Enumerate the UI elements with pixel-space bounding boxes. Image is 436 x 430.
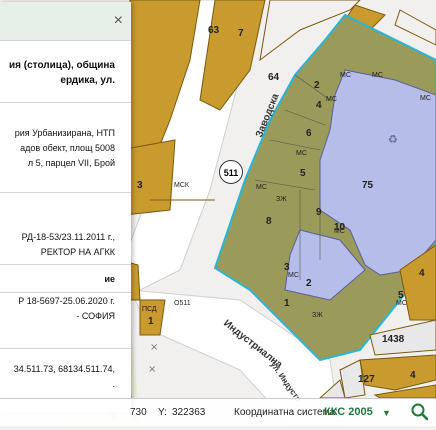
svg-text:×: × <box>150 342 158 353</box>
chevron-down-icon[interactable]: ▼ <box>382 408 391 418</box>
description-line: рия Урбанизирана, НТП <box>14 128 115 138</box>
parcel-number: 63 <box>208 25 220 36</box>
city-line: - СОФИЯ <box>76 311 115 321</box>
panel-header: × <box>0 2 131 41</box>
search-icon[interactable] <box>410 402 430 422</box>
building-tag: МС <box>256 184 267 191</box>
info-panel: × ия (столица), община ердика, ул. рия У… <box>0 2 131 412</box>
divider <box>0 292 131 293</box>
parcel-number: 1 <box>284 298 290 309</box>
order2-line: Р 18-5697-25.06.2020 г. <box>18 296 115 306</box>
x-coordinate-value: 730 <box>130 407 147 418</box>
y-coordinate-value: 322363 <box>172 407 206 418</box>
divider <box>0 102 131 103</box>
parcel-number: 3 <box>137 180 143 191</box>
coord-system-value[interactable]: ККС 2005 <box>324 406 373 418</box>
parcel-number: 6 <box>306 128 312 139</box>
panel-title: ия (столица), община ердика, ул. <box>0 58 131 88</box>
panel-section-header: ие <box>0 272 131 287</box>
y-coordinate-label: Y: <box>158 407 167 418</box>
building-tag: МС <box>288 272 299 279</box>
parcel-number: 75 <box>362 180 374 191</box>
building-tag: ЗЖ <box>312 312 323 319</box>
parcel-number: 7 <box>238 28 244 39</box>
coords-line: . <box>112 379 115 389</box>
building-tag: МС <box>340 72 351 79</box>
building-tag: МСК <box>174 182 189 189</box>
parcel-number: 9 <box>316 207 322 218</box>
parcel-number: 1 <box>148 316 154 327</box>
identifier-badge-text: 511 <box>223 168 239 178</box>
svg-text:×: × <box>148 364 156 375</box>
building-tag: МС <box>326 96 337 103</box>
coord-system-label: Координатна система: <box>234 407 338 418</box>
building-tag: МС <box>372 72 383 79</box>
building-tag: МС <box>296 150 307 157</box>
parcel-number: 1438 <box>382 334 405 345</box>
coords-line: 34.511.73, 68134.511.74, <box>13 364 115 374</box>
parcel-number: 5 <box>300 168 306 179</box>
building-tag: О511 <box>174 300 191 307</box>
divider <box>0 264 131 265</box>
building-tag: МС <box>334 228 345 235</box>
svg-text:♻: ♻ <box>388 133 398 146</box>
order-line: РД-18-53/23.11.2011 г., <box>21 232 115 242</box>
building-tag: МС <box>396 300 407 307</box>
panel-order: РД-18-53/23.11.2011 г., РЕКТОР НА АГКК <box>0 230 131 260</box>
description-line: адов обект, площ 5008 <box>20 143 115 153</box>
status-bar: 730 Y: 322363 Координатна система: ККС 2… <box>0 398 436 426</box>
panel-order2: Р 18-5697-25.06.2020 г. - СОФИЯ <box>0 294 131 324</box>
building-tag: ПСД <box>142 306 157 313</box>
director-line: РЕКТОР НА АГКК <box>40 247 115 257</box>
parcel-number: 64 <box>268 72 280 83</box>
building-tag: ЗЖ <box>276 196 287 203</box>
panel-coords: 34.511.73, 68134.511.74, . <box>0 362 131 392</box>
building-tag: МС <box>420 95 431 102</box>
parcel-number: 4 <box>419 268 425 279</box>
identifier-badge[interactable]: 511 <box>219 160 243 184</box>
divider <box>0 192 131 193</box>
close-icon[interactable]: × <box>114 13 123 29</box>
parcel-number: 2 <box>306 278 312 289</box>
panel-title-line: ердика, ул. <box>60 75 115 86</box>
section-header-text: ие <box>104 274 115 284</box>
description-line: л 5, парцел VII, Брой <box>27 158 115 168</box>
panel-description: рия Урбанизирана, НТП адов обект, площ 5… <box>0 126 131 171</box>
parcel-number: 127 <box>358 374 375 385</box>
parcel-number: 4 <box>410 370 416 381</box>
panel-title-line: ия (столица), община <box>9 60 115 71</box>
parcel-number: 4 <box>316 100 322 111</box>
divider <box>0 348 131 349</box>
parcel-number: 8 <box>266 216 272 227</box>
parcel-number: 2 <box>314 80 320 91</box>
